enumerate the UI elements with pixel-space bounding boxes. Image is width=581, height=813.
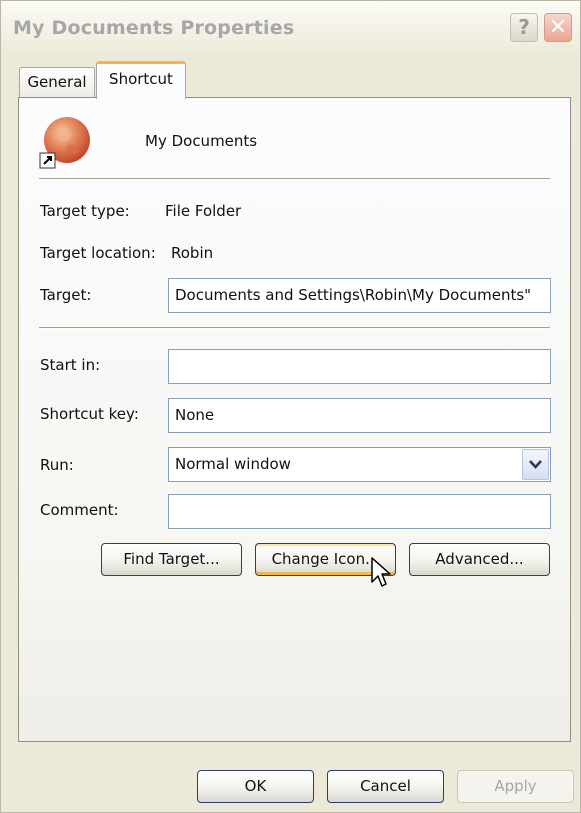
- separator: [39, 178, 550, 180]
- tab-general[interactable]: General: [19, 67, 95, 98]
- target-location-value: Robin: [171, 244, 214, 262]
- target-type-value: File Folder: [165, 202, 242, 220]
- ok-button[interactable]: OK: [197, 770, 314, 803]
- shortcut-key-label: Shortcut key:: [40, 405, 139, 423]
- apply-button[interactable]: Apply: [457, 770, 574, 803]
- comment-field[interactable]: [168, 494, 551, 529]
- target-type-label: Target type:: [40, 202, 130, 220]
- run-label: Run:: [40, 456, 74, 474]
- chevron-down-icon[interactable]: [522, 449, 549, 480]
- window-title: My Documents Properties: [13, 17, 295, 39]
- comment-label: Comment:: [40, 501, 119, 519]
- target-field[interactable]: Documents and Settings\Robin\My Document…: [168, 278, 551, 313]
- target-label: Target:: [40, 286, 92, 304]
- separator: [39, 327, 550, 329]
- close-button[interactable]: ✕: [544, 13, 572, 42]
- shortcut-name: My Documents: [145, 132, 258, 150]
- shortcut-key-field[interactable]: None: [168, 398, 551, 433]
- help-button[interactable]: ?: [510, 13, 538, 42]
- run-select-value: Normal window: [175, 455, 291, 473]
- mouse-cursor-icon: [371, 557, 391, 587]
- properties-dialog: My Documents Properties ? ✕ General Shor…: [0, 0, 581, 813]
- advanced-button[interactable]: Advanced...: [409, 543, 550, 576]
- tab-shortcut[interactable]: Shortcut: [96, 61, 186, 99]
- find-target-button[interactable]: Find Target...: [101, 543, 242, 576]
- run-select[interactable]: Normal window: [168, 447, 551, 482]
- start-in-field[interactable]: [168, 349, 551, 384]
- title-bar[interactable]: My Documents Properties ? ✕: [1, 1, 580, 59]
- start-in-label: Start in:: [40, 356, 101, 374]
- cancel-button[interactable]: Cancel: [327, 770, 444, 803]
- target-location-label: Target location:: [40, 244, 156, 262]
- shortcut-folder-icon: [39, 117, 90, 169]
